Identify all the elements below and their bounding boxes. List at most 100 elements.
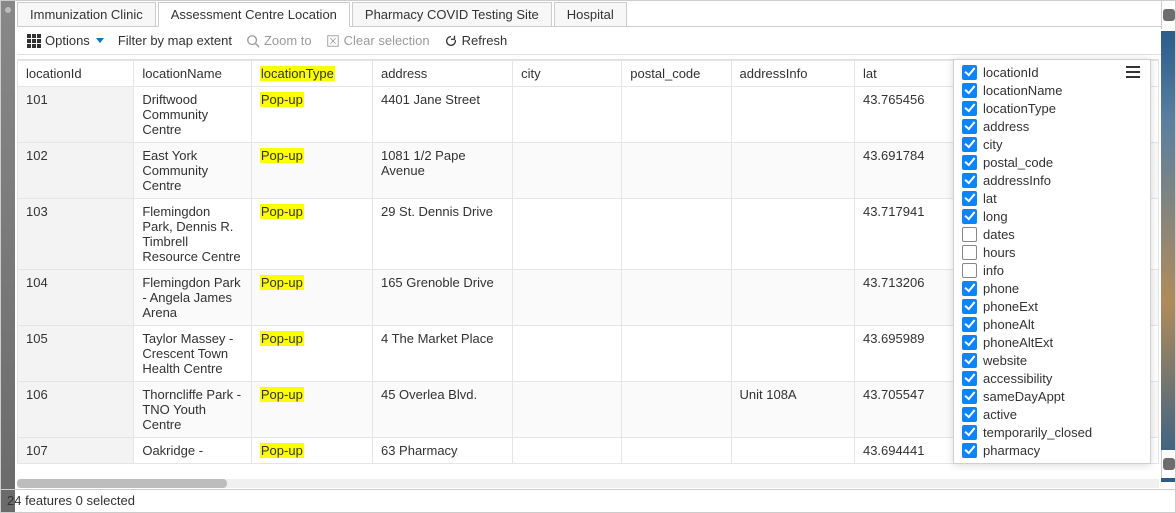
cell-address: 4401 Jane Street bbox=[372, 87, 512, 143]
tab-immunization-clinic[interactable]: Immunization Clinic bbox=[17, 2, 156, 26]
field-toggle-address[interactable]: address bbox=[960, 117, 1144, 135]
clear-selection-button[interactable]: Clear selection bbox=[326, 33, 430, 48]
cell-locationType: Pop-up bbox=[251, 87, 372, 143]
cell-city bbox=[513, 382, 622, 438]
field-toggle-dates[interactable]: dates bbox=[960, 225, 1144, 243]
checkbox-icon bbox=[962, 299, 977, 314]
field-label: city bbox=[983, 137, 1003, 152]
checkbox-icon bbox=[962, 263, 977, 278]
col-header-addressInfo[interactable]: addressInfo bbox=[731, 61, 854, 87]
cell-locationId: 103 bbox=[18, 199, 134, 270]
filter-by-extent[interactable]: Filter by map extent bbox=[118, 33, 232, 48]
field-toggle-phoneAlt[interactable]: phoneAlt bbox=[960, 315, 1144, 333]
field-label: long bbox=[983, 209, 1008, 224]
field-toggle-phone[interactable]: phone bbox=[960, 279, 1144, 297]
col-header-address[interactable]: address bbox=[372, 61, 512, 87]
zoom-to-button[interactable]: Zoom to bbox=[246, 33, 312, 48]
field-label: address bbox=[983, 119, 1029, 134]
cell-city bbox=[513, 270, 622, 326]
field-label: phoneExt bbox=[983, 299, 1038, 314]
field-toggle-temporarily_closed[interactable]: temporarily_closed bbox=[960, 423, 1144, 441]
cell-locationName: Thorncliffe Park - TNO Youth Centre bbox=[134, 382, 252, 438]
checkbox-icon bbox=[962, 209, 977, 224]
field-toggle-long[interactable]: long bbox=[960, 207, 1144, 225]
checkbox-icon bbox=[962, 425, 977, 440]
field-label: info bbox=[983, 263, 1004, 278]
field-toggle-phoneExt[interactable]: phoneExt bbox=[960, 297, 1144, 315]
field-toggle-info[interactable]: info bbox=[960, 261, 1144, 279]
col-header-locationName[interactable]: locationName bbox=[134, 61, 252, 87]
cell-locationType: Pop-up bbox=[251, 438, 372, 464]
cell-locationId: 104 bbox=[18, 270, 134, 326]
col-header-locationId[interactable]: locationId bbox=[18, 61, 134, 87]
cell-address: 29 St. Dennis Drive bbox=[372, 199, 512, 270]
field-label: dates bbox=[983, 227, 1015, 242]
field-label: temporarily_closed bbox=[983, 425, 1092, 440]
cell-locationName: Flemingdon Park - Angela James Arena bbox=[134, 270, 252, 326]
field-toggle-active[interactable]: active bbox=[960, 405, 1144, 423]
map-sliver bbox=[1161, 31, 1175, 482]
field-label: locationType bbox=[983, 101, 1056, 116]
col-header-city[interactable]: city bbox=[513, 61, 622, 87]
col-header-locationType[interactable]: locationType bbox=[251, 61, 372, 87]
layer-tabs: Immunization ClinicAssessment Centre Loc… bbox=[17, 1, 1175, 27]
cell-postal_code bbox=[622, 143, 731, 199]
tab-hospital[interactable]: Hospital bbox=[554, 2, 627, 26]
field-toggle-pharmacy[interactable]: pharmacy bbox=[960, 441, 1144, 459]
cell-addressInfo bbox=[731, 87, 854, 143]
cell-addressInfo bbox=[731, 199, 854, 270]
cell-addressInfo bbox=[731, 270, 854, 326]
cell-locationType: Pop-up bbox=[251, 199, 372, 270]
field-toggle-addressInfo[interactable]: addressInfo bbox=[960, 171, 1144, 189]
field-toggle-hours[interactable]: hours bbox=[960, 243, 1144, 261]
panel-up-button[interactable] bbox=[1161, 1, 1175, 29]
field-toggle-sameDayAppt[interactable]: sameDayAppt bbox=[960, 387, 1144, 405]
filter-label: Filter by map extent bbox=[118, 33, 232, 48]
field-toggle-accessibility[interactable]: accessibility bbox=[960, 369, 1144, 387]
cell-locationId: 106 bbox=[18, 382, 134, 438]
horizontal-scrollbar[interactable] bbox=[17, 479, 1159, 488]
field-toggle-city[interactable]: city bbox=[960, 135, 1144, 153]
checkbox-icon bbox=[962, 281, 977, 296]
cell-locationType: Pop-up bbox=[251, 143, 372, 199]
tab-assessment-centre-location[interactable]: Assessment Centre Location bbox=[158, 2, 350, 27]
cell-addressInfo bbox=[731, 143, 854, 199]
field-toggle-postal_code[interactable]: postal_code bbox=[960, 153, 1144, 171]
refresh-icon bbox=[444, 34, 458, 48]
checkbox-icon bbox=[962, 335, 977, 350]
cell-addressInfo bbox=[731, 438, 854, 464]
field-label: locationId bbox=[983, 65, 1039, 80]
field-label: lat bbox=[983, 191, 997, 206]
field-toggle-website[interactable]: website bbox=[960, 351, 1144, 369]
tab-pharmacy-covid-testing-site[interactable]: Pharmacy COVID Testing Site bbox=[352, 2, 552, 26]
column-chooser-panel: locationId locationName locationType addres… bbox=[953, 59, 1151, 464]
field-label: locationName bbox=[983, 83, 1063, 98]
checkbox-icon bbox=[962, 443, 977, 458]
checkbox-icon bbox=[962, 191, 977, 206]
field-toggle-locationType[interactable]: locationType bbox=[960, 99, 1144, 117]
cell-postal_code bbox=[622, 270, 731, 326]
cell-locationName: Flemingdon Park, Dennis R. Timbrell Reso… bbox=[134, 199, 252, 270]
zoom-label: Zoom to bbox=[264, 33, 312, 48]
col-header-postal_code[interactable]: postal_code bbox=[622, 61, 731, 87]
field-label: postal_code bbox=[983, 155, 1053, 170]
cell-locationName: Driftwood Community Centre bbox=[134, 87, 252, 143]
cell-locationName: Taylor Massey - Crescent Town Health Cen… bbox=[134, 326, 252, 382]
refresh-button[interactable]: Refresh bbox=[444, 33, 508, 48]
cell-city bbox=[513, 143, 622, 199]
scrollbar-thumb[interactable] bbox=[17, 479, 227, 488]
cell-address: 4 The Market Place bbox=[372, 326, 512, 382]
checkbox-icon bbox=[962, 389, 977, 404]
field-toggle-phoneAltExt[interactable]: phoneAltExt bbox=[960, 333, 1144, 351]
panel-down-button[interactable] bbox=[1161, 450, 1175, 478]
cell-address: 63 Pharmacy bbox=[372, 438, 512, 464]
cell-address: 1081 1/2 Pape Avenue bbox=[372, 143, 512, 199]
field-toggle-lat[interactable]: lat bbox=[960, 189, 1144, 207]
cell-locationType: Pop-up bbox=[251, 382, 372, 438]
column-menu-button[interactable] bbox=[1125, 65, 1141, 79]
options-menu[interactable]: Options bbox=[27, 33, 104, 48]
field-toggle-locationName[interactable]: locationName bbox=[960, 81, 1144, 99]
cell-locationType: Pop-up bbox=[251, 270, 372, 326]
field-toggle-locationId[interactable]: locationId bbox=[960, 63, 1144, 81]
cell-city bbox=[513, 199, 622, 270]
